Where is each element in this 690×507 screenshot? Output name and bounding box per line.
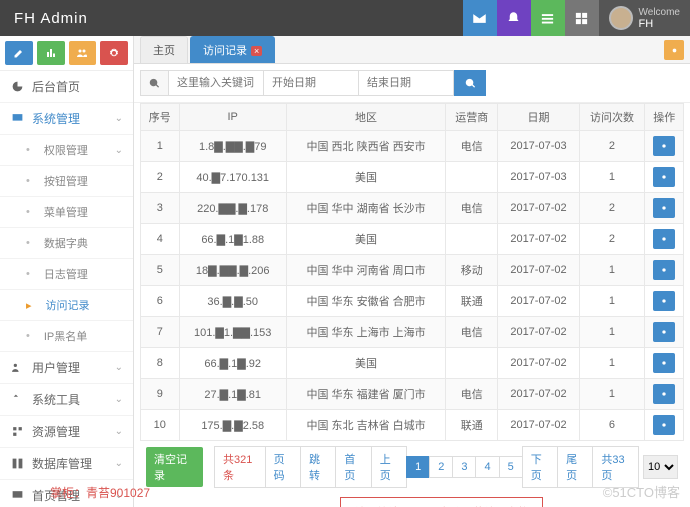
menu-item[interactable]: 用户管理⌄ — [0, 352, 133, 384]
page-size-select[interactable]: 10 — [643, 455, 678, 479]
menu-icon — [10, 489, 24, 502]
dashboard-icon — [10, 80, 24, 93]
submenu-item[interactable]: 数据字典 — [0, 228, 133, 259]
tool-chart-icon[interactable] — [37, 41, 65, 65]
main: 主页 访问记录× 序号IP地区运营商日期访问次数操作 11.8▇.▇▇.▇79中… — [134, 36, 690, 507]
search-input[interactable] — [169, 70, 264, 96]
page-label: 页码 — [265, 446, 301, 488]
menu-item[interactable]: 资源管理⌄ — [0, 416, 133, 448]
row-action-button[interactable] — [653, 229, 675, 249]
table-row: 866.▇.1▇.92美国2017-07-021 — [141, 348, 684, 379]
sidebar: 后台首页 系统管理⌄ 权限管理⌄按钮管理菜单管理数据字典日志管理访问记录IP黑名… — [0, 36, 134, 507]
search-bar — [134, 64, 690, 103]
start-date-input[interactable] — [264, 70, 359, 96]
tab-visits[interactable]: 访问记录× — [190, 36, 275, 63]
page-num[interactable]: 4 — [475, 456, 499, 478]
table-row: 7101.▇1.▇▇.153中国 华东 上海市 上海市电信2017-07-021 — [141, 317, 684, 348]
sidebar-tools — [0, 36, 133, 71]
close-icon[interactable]: × — [251, 46, 262, 56]
menu-icon — [10, 393, 24, 406]
table-row: 466.▇.1▇1.88美国2017-07-022 — [141, 224, 684, 255]
page-last[interactable]: 尾页 — [557, 446, 593, 488]
menu-system[interactable]: 系统管理⌄ — [0, 103, 133, 135]
table-row: 10175.▇.▇2.58中国 东北 吉林省 白城市联通2017-07-026 — [141, 410, 684, 441]
menu-icon — [10, 457, 24, 470]
bell-icon[interactable] — [497, 0, 531, 36]
page-jump[interactable]: 跳转 — [300, 446, 336, 488]
grid-icon[interactable] — [565, 0, 599, 36]
submenu-item[interactable]: IP黑名单 — [0, 321, 133, 352]
tool-users-icon[interactable] — [69, 41, 97, 65]
row-action-button[interactable] — [653, 260, 675, 280]
row-action-button[interactable] — [653, 167, 675, 187]
menu-home[interactable]: 后台首页 — [0, 71, 133, 103]
watermark: ©51CTO博客 — [603, 482, 680, 501]
page-num[interactable]: 2 — [429, 456, 453, 478]
end-date-input[interactable] — [359, 70, 454, 96]
table-row: 240.▇7.170.131美国2017-07-031 — [141, 162, 684, 193]
chevron-down-icon: ⌄ — [115, 113, 123, 124]
submenu-item[interactable]: 日志管理 — [0, 259, 133, 290]
footer-credit: 掌柜：青苔901027 — [50, 484, 150, 501]
row-action-button[interactable] — [653, 322, 675, 342]
page-num[interactable]: 5 — [499, 456, 523, 478]
topbar-actions: WelcomeFH — [463, 0, 690, 36]
page-num[interactable]: 3 — [452, 456, 476, 478]
user-menu[interactable]: WelcomeFH — [599, 0, 690, 36]
mail-icon[interactable] — [463, 0, 497, 36]
row-action-button[interactable] — [653, 353, 675, 373]
table-row: 11.8▇.▇▇.▇79中国 西北 陕西省 西安市电信2017-07-032 — [141, 131, 684, 162]
tab-home[interactable]: 主页 — [140, 36, 188, 63]
tab-settings-icon[interactable] — [664, 40, 684, 60]
menu-icon — [10, 425, 24, 438]
table-row: 927.▇.1▇.81中国 华东 福建省 厦门市电信2017-07-021 — [141, 379, 684, 410]
monitor-icon — [10, 112, 24, 125]
submenu-item[interactable]: 按钮管理 — [0, 166, 133, 197]
menu-icon — [10, 361, 24, 374]
avatar — [609, 6, 633, 30]
data-table: 序号IP地区运营商日期访问次数操作 11.8▇.▇▇.▇79中国 西北 陕西省 … — [140, 103, 684, 441]
menu-item[interactable]: 数据库管理⌄ — [0, 448, 133, 480]
row-action-button[interactable] — [653, 415, 675, 435]
row-action-button[interactable] — [653, 136, 675, 156]
row-action-button[interactable] — [653, 384, 675, 404]
page-next[interactable]: 下页 — [522, 446, 558, 488]
submenu-item[interactable]: 访问记录 — [0, 290, 133, 321]
brand: FH Admin — [0, 10, 102, 27]
search-icon[interactable] — [140, 70, 169, 96]
page-total: 共321条 — [214, 446, 266, 488]
submenu-item[interactable]: 权限管理⌄ — [0, 135, 133, 166]
table-header: 序号IP地区运营商日期访问次数操作 — [141, 104, 684, 131]
row-action-button[interactable] — [653, 291, 675, 311]
row-action-button[interactable] — [653, 198, 675, 218]
table-row: 636.▇.▇.50中国 华东 安徽省 合肥市联通2017-07-021 — [141, 286, 684, 317]
annotation-box: 访问统计 记录每个IP的访问次数 — [340, 497, 543, 507]
clear-button[interactable]: 清空记录 — [146, 447, 203, 487]
sidebar-menu: 后台首页 系统管理⌄ 权限管理⌄按钮管理菜单管理数据字典日志管理访问记录IP黑名… — [0, 71, 133, 507]
menu-item[interactable]: 系统工具⌄ — [0, 384, 133, 416]
tool-edit-icon[interactable] — [5, 41, 33, 65]
search-button[interactable] — [454, 70, 486, 96]
page-prev[interactable]: 上页 — [371, 446, 407, 488]
tool-settings-icon[interactable] — [100, 41, 128, 65]
page-first[interactable]: 首页 — [335, 446, 371, 488]
tabbar: 主页 访问记录× — [134, 36, 690, 64]
page-num[interactable]: 1 — [406, 456, 430, 478]
table-row: 518▇.▇▇.▇.206中国 华中 河南省 周口市移动2017-07-021 — [141, 255, 684, 286]
tasks-icon[interactable] — [531, 0, 565, 36]
submenu-item[interactable]: 菜单管理 — [0, 197, 133, 228]
topbar: FH Admin WelcomeFH — [0, 0, 690, 36]
table-row: 3220.▇▇.▇.178中国 华中 湖南省 长沙市电信2017-07-022 — [141, 193, 684, 224]
